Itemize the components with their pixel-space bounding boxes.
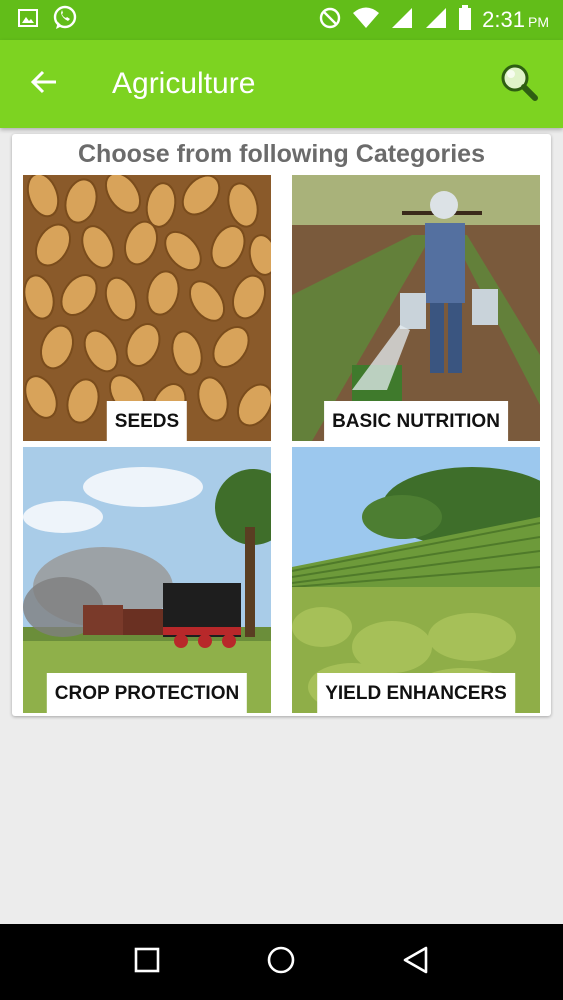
clock-time: 2:31 <box>482 7 525 32</box>
system-back-button[interactable] <box>386 932 446 992</box>
image-icon <box>18 8 38 33</box>
home-icon <box>266 945 296 980</box>
status-bar: 2:31 PM <box>0 0 563 40</box>
categories-heading: Choose from following Categories <box>78 140 485 168</box>
signal-icon <box>424 6 448 35</box>
page-title: Agriculture <box>112 67 256 100</box>
category-tile-yield-enhancers[interactable]: YIELD ENHANCERS <box>292 447 540 713</box>
home-button[interactable] <box>251 932 311 992</box>
whatsapp-icon <box>52 5 78 36</box>
system-nav-bar <box>0 924 563 1000</box>
clock-ampm: PM <box>528 14 549 30</box>
back-triangle-icon <box>401 945 431 980</box>
wifi-icon <box>352 6 380 35</box>
recent-apps-icon <box>134 947 160 978</box>
back-button[interactable] <box>14 54 74 114</box>
category-label-basic-nutrition: BASIC NUTRITION <box>324 401 508 441</box>
search-icon <box>499 62 539 107</box>
signal-icon <box>390 6 414 35</box>
app-bar: Agriculture <box>0 40 563 128</box>
category-label-crop-protection: CROP PROTECTION <box>46 673 248 713</box>
search-button[interactable] <box>493 58 545 110</box>
status-time: 2:31 PM <box>482 7 549 33</box>
category-label-yield-enhancers: YIELD ENHANCERS <box>317 673 515 713</box>
do-not-disturb-icon <box>318 6 342 35</box>
category-tile-seeds[interactable]: SEEDS <box>23 175 271 441</box>
recent-apps-button[interactable] <box>117 932 177 992</box>
arrow-left-icon <box>30 68 58 101</box>
category-label-seeds: SEEDS <box>106 401 188 441</box>
battery-icon <box>458 4 472 36</box>
category-tile-basic-nutrition[interactable]: BASIC NUTRITION <box>292 175 540 441</box>
category-tile-crop-protection[interactable]: CROP PROTECTION <box>23 447 271 713</box>
categories-card: Choose from following Categories SEEDS B… <box>12 134 551 716</box>
